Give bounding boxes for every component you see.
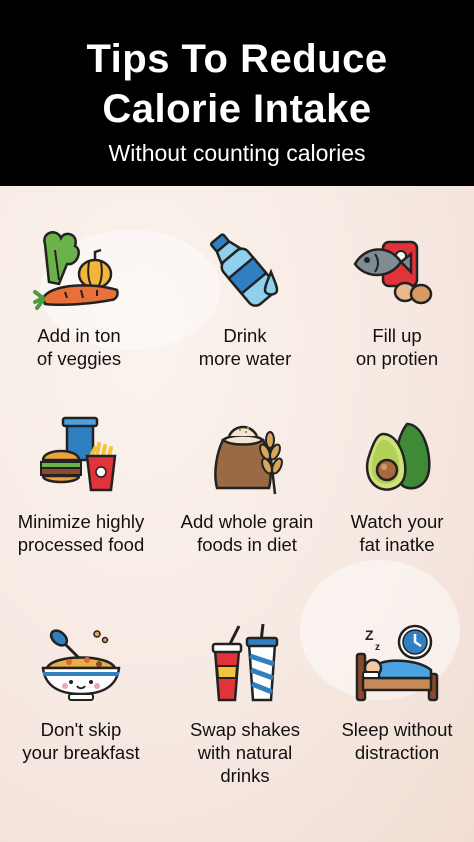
- subtitle: Without counting calories: [108, 140, 366, 166]
- header-banner: Tips To Reduce Calorie Intake Without co…: [0, 0, 474, 186]
- tip-label: Sleep without distraction: [341, 719, 453, 763]
- tip-label: Add whole grain foods in diet: [180, 511, 314, 555]
- tip-fat: Watch your fat inatke: [318, 412, 474, 556]
- avocado-icon: [365, 422, 431, 491]
- drinks-icon: [211, 623, 279, 702]
- tip-breakfast: Don't skip your breakfast: [2, 620, 160, 764]
- tip-whole-grain: Add whole grain foods in diet: [168, 412, 326, 556]
- tip-protein: Fill up on protien: [318, 226, 474, 370]
- tip-label: Swap shakes with natural drinks: [189, 719, 301, 786]
- fast-food-icon: [40, 416, 117, 492]
- svg-text:z: z: [375, 642, 380, 653]
- tip-water: Drink more water: [166, 226, 324, 370]
- tip-label: Fill up on protien: [355, 325, 439, 369]
- whole-grain-icon: [214, 425, 283, 495]
- tip-processed-food: Minimize highly processed food: [2, 412, 160, 556]
- tip-drinks: Swap shakes with natural drinks: [166, 620, 324, 787]
- tip-label: Don't skip your breakfast: [22, 719, 140, 763]
- vegetables-icon: [33, 231, 119, 310]
- infographic: Tips To Reduce Calorie Intake Without co…: [0, 0, 474, 842]
- tip-label: Watch your fat inatke: [350, 511, 444, 555]
- title-line-2: Calorie Intake: [102, 87, 372, 131]
- tip-veggies: Add in ton of veggies: [0, 226, 158, 370]
- sleep-icon: Z z: [355, 624, 439, 702]
- tip-sleep: Z z Sleep without distraction: [318, 620, 474, 764]
- title-line-1: Tips To Reduce: [86, 37, 388, 81]
- water-bottle-icon: [210, 233, 279, 307]
- svg-text:Z: Z: [365, 627, 374, 643]
- breakfast-bowl-icon: [41, 629, 121, 701]
- tip-label: Minimize highly processed food: [17, 511, 145, 555]
- protein-icon: [353, 240, 433, 305]
- tip-label: Add in ton of veggies: [36, 325, 122, 369]
- tip-label: Drink more water: [198, 325, 292, 369]
